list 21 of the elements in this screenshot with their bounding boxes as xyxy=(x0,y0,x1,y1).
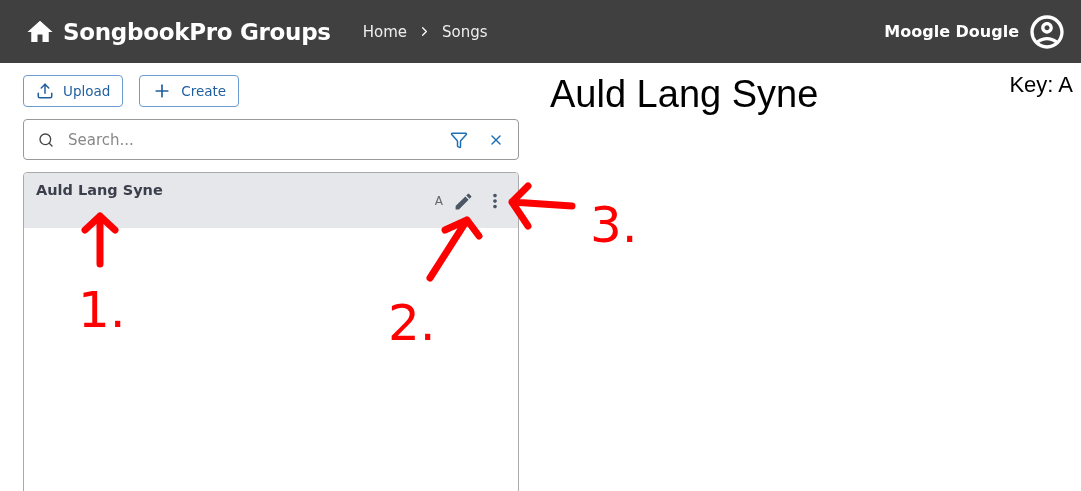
upload-button[interactable]: Upload xyxy=(23,75,124,107)
annotation-arrow xyxy=(82,212,118,267)
search-icon xyxy=(38,131,54,148)
upload-icon xyxy=(36,82,54,100)
song-key: A xyxy=(434,194,443,208)
annotation-arrow xyxy=(425,214,483,282)
annotation-arrow xyxy=(508,180,576,232)
annotation-number: 2. xyxy=(388,298,436,348)
app-title: SongbookPro Groups xyxy=(63,18,331,45)
create-button[interactable]: Create xyxy=(139,75,240,107)
song-heading: Auld Lang Syne xyxy=(550,73,819,116)
search-bar[interactable]: Search... xyxy=(23,119,519,160)
filter-icon[interactable] xyxy=(450,130,468,149)
breadcrumb-link[interactable]: Songs xyxy=(442,22,488,41)
song-title: Auld Lang Syne xyxy=(36,182,163,198)
annotation-number: 3. xyxy=(590,200,638,250)
user-name: Moogle Dougle xyxy=(884,22,1019,41)
breadcrumb-link[interactable]: Home xyxy=(362,22,408,41)
song-row[interactable]: Auld Lang Syne A xyxy=(24,173,518,228)
annotation-number: 1. xyxy=(78,285,126,335)
song-key-label: Key: A xyxy=(1009,72,1073,98)
